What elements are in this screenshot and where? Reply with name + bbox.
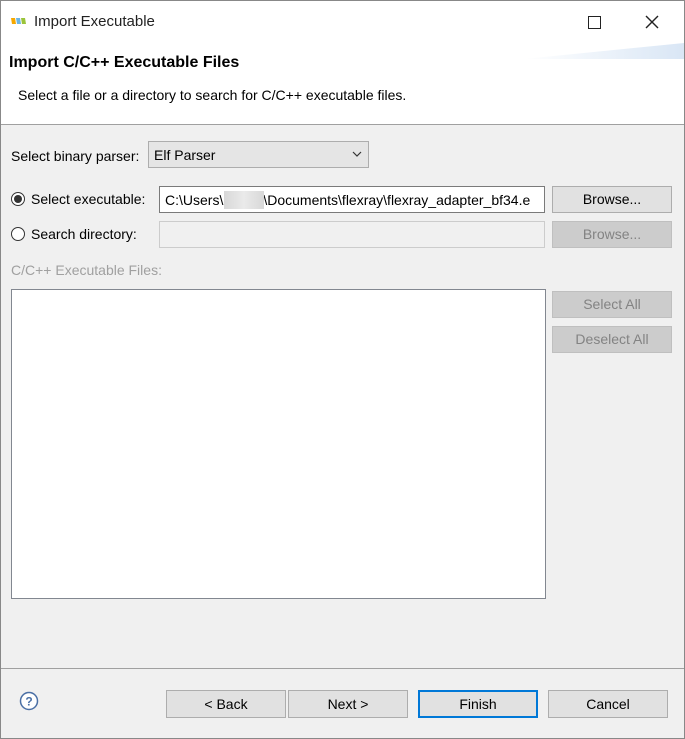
wizard-banner: Import C/C++ Executable Files Select a f… <box>1 43 684 125</box>
help-icon[interactable]: ? <box>19 691 39 711</box>
page-description: Select a file or a directory to search f… <box>18 87 407 103</box>
close-icon <box>645 15 659 29</box>
binary-parser-select[interactable]: Elf Parser <box>148 141 369 168</box>
executable-files-list[interactable] <box>11 289 546 599</box>
search-directory-input[interactable] <box>159 221 545 248</box>
redacted-username <box>224 191 264 209</box>
executable-path-suffix: \Documents\flexray\flexray_adapter_bf34.… <box>263 192 531 208</box>
banner-decoration <box>524 43 684 59</box>
close-button[interactable] <box>629 1 675 43</box>
maximize-button[interactable] <box>571 1 617 43</box>
executable-files-label: C/C++ Executable Files: <box>11 262 162 278</box>
next-button[interactable]: Next > <box>288 690 408 718</box>
select-executable-label[interactable]: Select executable: <box>31 191 145 207</box>
chevron-down-icon <box>352 151 362 157</box>
page-title: Import C/C++ Executable Files <box>9 54 240 71</box>
binary-parser-label: Select binary parser: <box>11 148 140 164</box>
executable-path-text: C:\Users\ \Documents\flexray\flexray_adap… <box>165 192 530 208</box>
maximize-icon <box>587 15 601 29</box>
executable-path-prefix: C:\Users\ <box>165 192 224 208</box>
cancel-button[interactable]: Cancel <box>548 690 668 718</box>
footer-separator <box>1 668 684 669</box>
title-bar[interactable]: Import Executable <box>1 1 684 43</box>
browse-directory-button[interactable]: Browse... <box>552 221 672 248</box>
svg-text:?: ? <box>25 695 32 709</box>
back-button[interactable]: < Back <box>166 690 286 718</box>
finish-button[interactable]: Finish <box>418 690 538 718</box>
import-executable-dialog: Import Executable Import C/C++ Executabl… <box>0 0 685 739</box>
select-executable-radio[interactable] <box>11 192 25 206</box>
binary-parser-value: Elf Parser <box>154 147 216 163</box>
search-directory-label[interactable]: Search directory: <box>31 226 137 242</box>
executable-path-input[interactable]: C:\Users\ \Documents\flexray\flexray_adap… <box>159 186 545 213</box>
nxp-app-icon <box>11 18 26 24</box>
window-title: Import Executable <box>34 13 155 30</box>
browse-executable-button[interactable]: Browse... <box>552 186 672 213</box>
search-directory-radio[interactable] <box>11 227 25 241</box>
deselect-all-button[interactable]: Deselect All <box>552 326 672 353</box>
select-all-button[interactable]: Select All <box>552 291 672 318</box>
